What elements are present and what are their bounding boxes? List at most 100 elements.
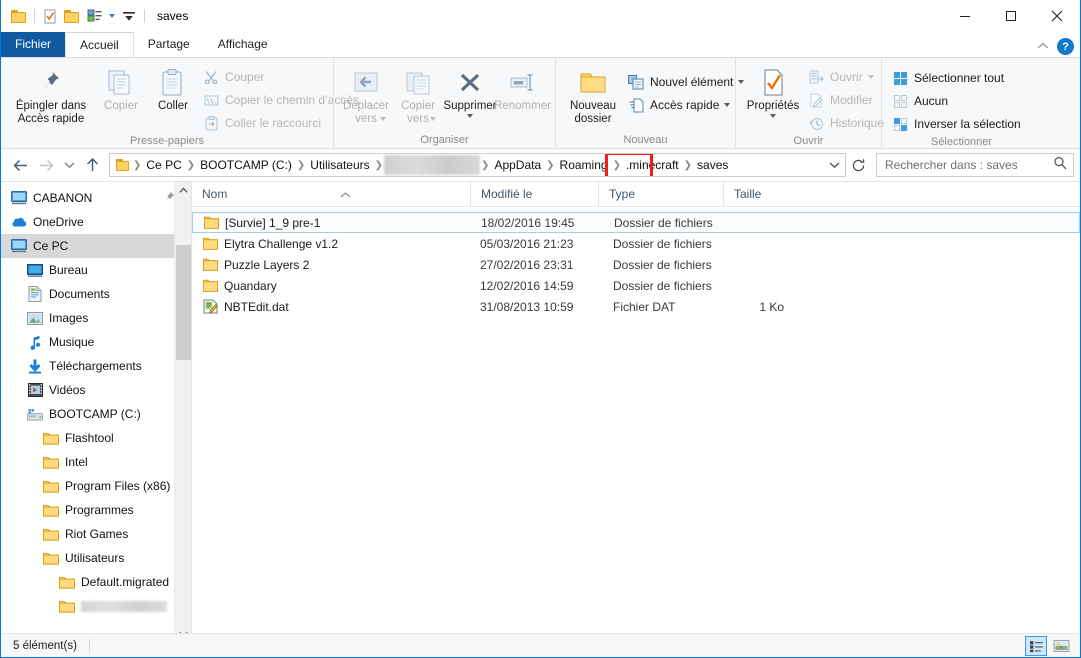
tab-partage[interactable]: Partage: [134, 32, 204, 57]
sidebar-item-riot-games[interactable]: Riot Games: [1, 522, 191, 546]
sidebar-item-intel[interactable]: Intel: [1, 450, 191, 474]
sidebar-item-redacted[interactable]: [1, 594, 191, 618]
select-all-button[interactable]: Sélectionner tout: [888, 67, 1027, 89]
details-view-button[interactable]: [1025, 636, 1047, 656]
search-input[interactable]: Rechercher dans : saves: [885, 158, 1053, 172]
copy-to-button[interactable]: Copier vers: [392, 63, 444, 125]
tab-affichage[interactable]: Affichage: [204, 32, 282, 57]
forward-button[interactable]: [33, 152, 59, 178]
chevron-down-icon[interactable]: [467, 114, 473, 118]
chevron-down-icon[interactable]: [430, 117, 436, 121]
maximize-button[interactable]: [988, 0, 1034, 31]
table-row[interactable]: Puzzle Layers 2 27/02/2016 23:31 Dossier d…: [192, 254, 1080, 275]
table-row[interactable]: Elytra Challenge v1.2 05/03/2016 21:23 Dos…: [192, 233, 1080, 254]
table-row[interactable]: Quandary 12/02/2016 14:59 Dossier de fichi…: [192, 275, 1080, 296]
tab-fichier[interactable]: Fichier: [1, 32, 66, 57]
navigation-scrollbar[interactable]: [174, 182, 191, 643]
invert-selection-button[interactable]: Inverser la sélection: [888, 113, 1027, 135]
chevron-right-icon[interactable]: ❯: [480, 160, 490, 171]
rename-button[interactable]: Renommer: [494, 63, 551, 113]
chevron-right-icon[interactable]: ❯: [132, 160, 142, 171]
customize-toolbar-icon[interactable]: [118, 5, 140, 27]
edit-button[interactable]: Modifier: [804, 89, 890, 111]
chevron-down-icon[interactable]: [867, 75, 874, 79]
chevron-down-icon[interactable]: [105, 5, 118, 27]
checked-doc-icon[interactable]: [39, 5, 61, 27]
close-button[interactable]: [1034, 0, 1080, 31]
properties-button[interactable]: Propriétés: [742, 63, 804, 118]
sidebar-item-vid-os[interactable]: Vidéos: [1, 378, 191, 402]
column-header-type[interactable]: Type: [598, 181, 723, 207]
properties-list-icon[interactable]: [83, 5, 105, 27]
chevron-down-icon[interactable]: [770, 114, 776, 118]
sidebar-item-t-l-chargements[interactable]: Téléchargements: [1, 354, 191, 378]
scrollbar-thumb[interactable]: [176, 245, 191, 360]
back-button[interactable]: [7, 152, 33, 178]
sidebar-item-ce-pc[interactable]: Ce PC: [1, 234, 191, 258]
column-header-taille[interactable]: Taille: [723, 181, 801, 207]
scroll-up-icon[interactable]: [175, 182, 191, 199]
paste-button[interactable]: Coller: [147, 63, 199, 113]
sidebar-item-images[interactable]: Images: [1, 306, 191, 330]
refresh-button[interactable]: [846, 153, 870, 177]
copy-button[interactable]: Copier: [95, 63, 147, 113]
chevron-right-icon[interactable]: ❯: [545, 160, 555, 171]
sidebar-item-bureau[interactable]: Bureau: [1, 258, 191, 282]
select-none-button[interactable]: Aucun: [888, 90, 1027, 112]
column-header-nom[interactable]: Nom: [192, 182, 470, 207]
sort-ascending-icon: [340, 183, 351, 208]
up-button[interactable]: [79, 152, 105, 178]
folder-icon[interactable]: [116, 159, 130, 171]
collapse-ribbon-button[interactable]: [1037, 41, 1049, 53]
breadcrumb-saves[interactable]: saves: [693, 155, 732, 175]
breadcrumb-roaming[interactable]: Roaming: [556, 155, 612, 175]
sidebar-item-documents[interactable]: Documents: [1, 282, 191, 306]
tab-accueil[interactable]: Accueil: [65, 32, 134, 57]
breadcrumb-ce-pc[interactable]: Ce PC: [142, 155, 185, 175]
delete-button[interactable]: Supprimer: [443, 63, 497, 118]
chevron-right-icon[interactable]: ❯: [186, 160, 196, 171]
breadcrumb-utilisateurs[interactable]: Utilisateurs: [306, 155, 373, 175]
sidebar-item-programmes[interactable]: Programmes: [1, 498, 191, 522]
pin-to-quick-access-button[interactable]: Épingler dans Accès rapide: [7, 63, 95, 126]
search-icon[interactable]: [1053, 156, 1067, 175]
folder-icon[interactable]: [61, 5, 83, 27]
minimize-button[interactable]: [942, 0, 988, 31]
sidebar-item-cabanon[interactable]: CABANON: [1, 186, 191, 210]
history-button[interactable]: Historique: [804, 112, 890, 134]
folder-icon[interactable]: [8, 5, 30, 27]
breadcrumb-bootcamp[interactable]: BOOTCAMP (C:): [196, 155, 296, 175]
large-icons-view-button[interactable]: [1050, 636, 1072, 656]
folder-icon: [43, 430, 59, 446]
sidebar-item-flashtool[interactable]: Flashtool: [1, 426, 191, 450]
group-label-organize: Organiser: [420, 134, 469, 146]
breadcrumb-bar[interactable]: ❯ Ce PC ❯ BOOTCAMP (C:) ❯ Utilisateurs ❯…: [109, 153, 846, 177]
breadcrumb-dropdown-icon[interactable]: [823, 154, 845, 176]
chevron-down-icon[interactable]: [380, 117, 386, 121]
chevron-right-icon[interactable]: ❯: [374, 160, 384, 171]
sidebar-item-default-migrated[interactable]: Default.migrated: [1, 570, 191, 594]
sidebar-item-musique[interactable]: Musique: [1, 330, 191, 354]
new-folder-button[interactable]: Nouveau dossier: [562, 63, 624, 126]
breadcrumb-minecraft[interactable]: .minecraft: [622, 155, 683, 175]
sidebar-item-bootcamp-c[interactable]: BOOTCAMP (C:): [1, 402, 191, 426]
open-button[interactable]: Ouvrir: [804, 66, 890, 88]
sidebar-item-utilisateurs[interactable]: Utilisateurs: [1, 546, 191, 570]
sidebar-item-program-files-x86[interactable]: Program Files (x86): [1, 474, 191, 498]
quick-access-button[interactable]: Accès rapide: [624, 94, 750, 116]
help-icon[interactable]: ?: [1057, 38, 1074, 55]
column-header-modifie[interactable]: Modifié le: [470, 181, 598, 207]
chevron-right-icon[interactable]: ❯: [612, 160, 622, 171]
breadcrumb-username-redacted[interactable]: [384, 155, 481, 175]
chevron-down-icon[interactable]: [724, 103, 731, 107]
chevron-right-icon[interactable]: ❯: [296, 160, 306, 171]
table-row[interactable]: [Survie] 1_9 pre-1 18/02/2016 19:45 Dossie…: [192, 212, 1080, 233]
chevron-right-icon[interactable]: ❯: [683, 160, 693, 171]
search-box[interactable]: Rechercher dans : saves: [876, 153, 1074, 177]
table-row[interactable]: NBTEdit.dat 31/08/2013 10:59 Fichier DAT 1 …: [192, 296, 1080, 317]
new-item-button[interactable]: Nouvel élément: [624, 71, 750, 93]
move-to-button[interactable]: Déplacer vers: [340, 63, 392, 125]
recent-locations-button[interactable]: [59, 152, 79, 178]
breadcrumb-appdata[interactable]: AppData: [490, 155, 545, 175]
sidebar-item-onedrive[interactable]: OneDrive: [1, 210, 191, 234]
